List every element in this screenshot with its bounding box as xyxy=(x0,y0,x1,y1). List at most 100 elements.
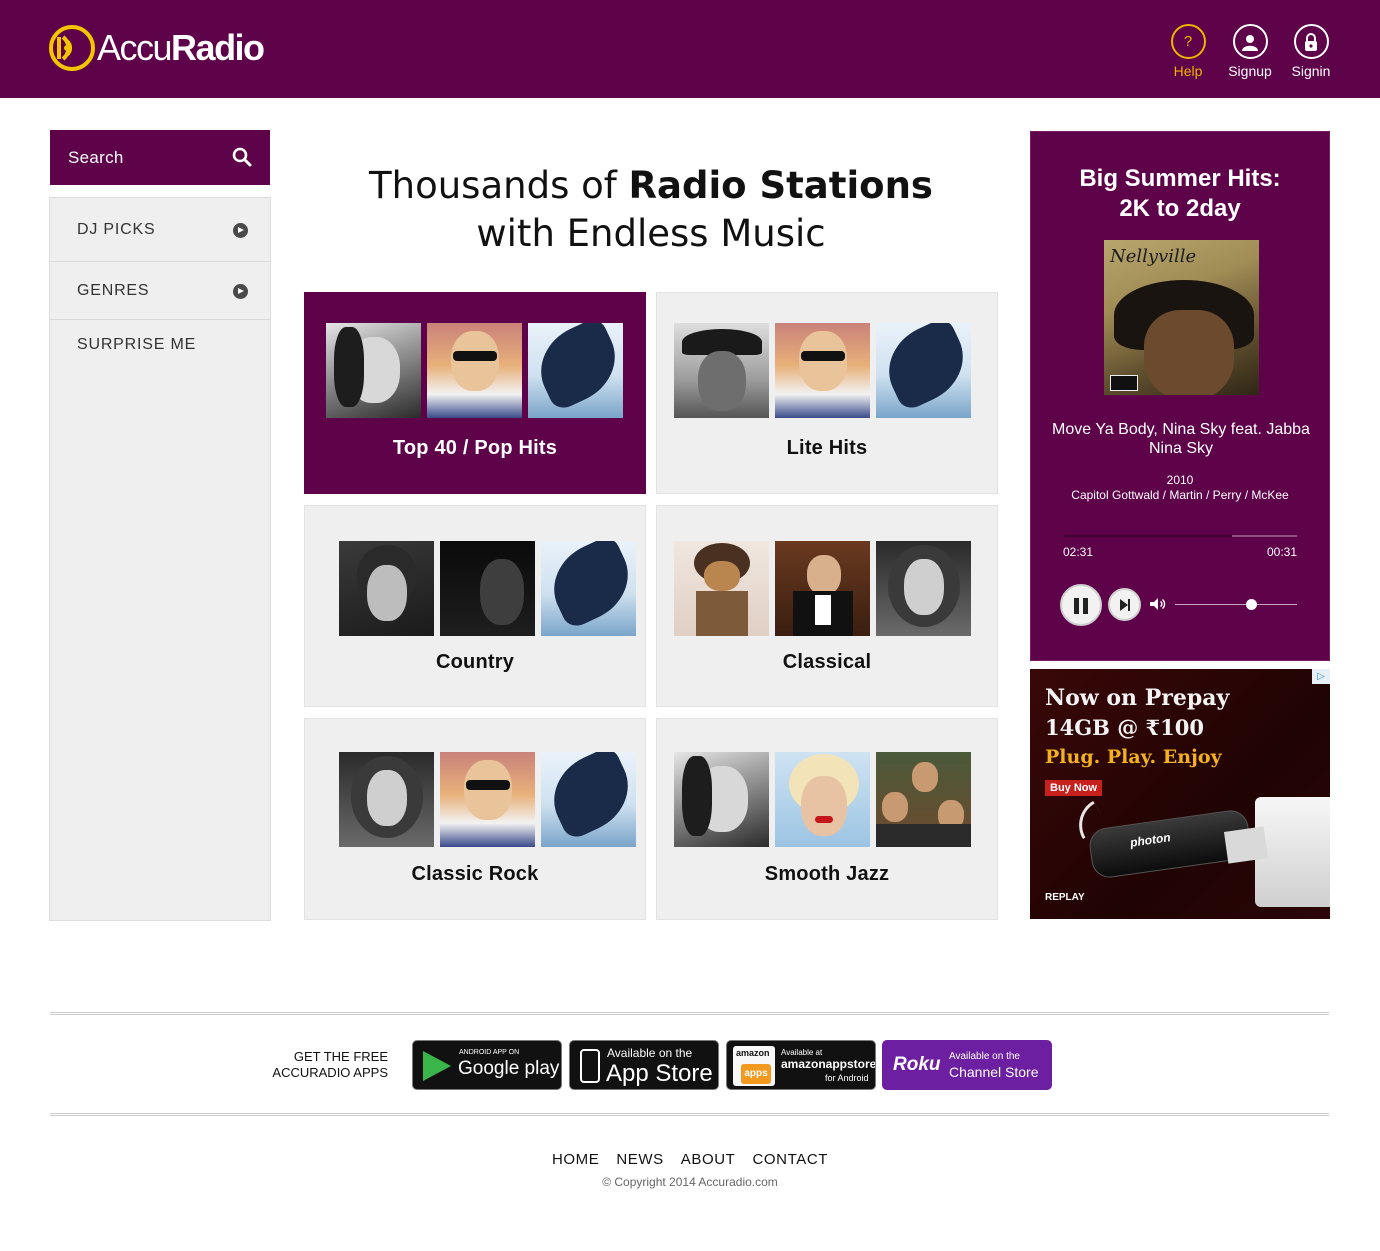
artist-photo xyxy=(674,752,769,847)
station-title: Smooth Jazz xyxy=(764,863,890,885)
sidebar-nav: DJ PICKS GENRES SURPRISE ME xyxy=(49,197,271,921)
sidebar-item-genres[interactable]: GENRES xyxy=(50,262,270,320)
app-store-badge[interactable]: Available on the App Store xyxy=(569,1040,719,1090)
ad-dongle-connector xyxy=(1223,826,1269,864)
ad-offer: 14GB @ ₹100 xyxy=(1045,715,1204,740)
ad-headline: Now on Prepay xyxy=(1045,685,1230,711)
apps-label-line1: GET THE FREE xyxy=(293,1049,388,1064)
top-header: AccuRadio ? Help Signup Signin xyxy=(0,0,1380,98)
parental-advisory-icon xyxy=(1110,375,1138,391)
footer-link-home[interactable]: HOME xyxy=(552,1151,599,1168)
pause-button[interactable] xyxy=(1060,584,1102,626)
artist-photo xyxy=(541,541,636,636)
station-thumbnails xyxy=(339,752,636,847)
footer-link-about[interactable]: ABOUT xyxy=(681,1151,736,1168)
footer-link-news[interactable]: NEWS xyxy=(616,1151,663,1168)
amazon-appstore-badge[interactable]: amazon apps Available at amazonappstore … xyxy=(726,1040,876,1090)
artist-photo xyxy=(775,541,870,636)
footer-link-contact[interactable]: CONTACT xyxy=(752,1151,828,1168)
artist-photo xyxy=(674,323,769,418)
station-thumbnails xyxy=(674,323,971,418)
artist-photo xyxy=(440,541,535,636)
google-play-small: ANDROID APP ON xyxy=(459,1049,520,1056)
roku-channel-badge[interactable]: Roku Available on the Channel Store xyxy=(882,1040,1052,1090)
play-circle-icon xyxy=(233,222,248,238)
google-play-big: Google play xyxy=(458,1058,560,1079)
volume-icon[interactable] xyxy=(1149,597,1167,611)
google-play-badge[interactable]: ANDROID APP ON Google play xyxy=(412,1040,562,1090)
progress-bar[interactable] xyxy=(1064,535,1297,537)
artist-photo xyxy=(541,752,636,847)
logo-icon xyxy=(49,25,95,71)
play-circle-icon xyxy=(233,283,248,299)
artist-photo xyxy=(775,752,870,847)
sidebar-item-surprise-me[interactable]: SURPRISE ME xyxy=(50,320,270,370)
ad-tagline: Plug. Play. Enjoy xyxy=(1045,746,1222,768)
artist-photo xyxy=(876,752,971,847)
signin-button[interactable]: Signin xyxy=(1281,24,1341,79)
station-card-classical[interactable]: Classical xyxy=(656,505,998,707)
station-thumbnails xyxy=(339,541,636,636)
help-button[interactable]: ? Help xyxy=(1158,24,1218,79)
station-thumbnails xyxy=(674,752,971,847)
help-label: Help xyxy=(1173,63,1203,79)
help-icon: ? xyxy=(1170,24,1206,59)
accuradio-logo[interactable]: AccuRadio xyxy=(49,24,265,72)
station-title: Classic Rock xyxy=(411,863,539,885)
phone-icon xyxy=(580,1049,600,1083)
volume-slider[interactable] xyxy=(1175,604,1297,605)
song-label: Capitol Gottwald / Martin / Perry / McKe… xyxy=(1071,488,1289,502)
sidebar-item-label: SURPRISE ME xyxy=(77,336,197,353)
station-thumbnails xyxy=(674,541,971,636)
now-playing-panel: Big Summer Hits: 2K to 2day Nellyville M… xyxy=(1030,131,1330,661)
roku-logo: Roku xyxy=(893,1054,941,1075)
app-store-small: Available on the xyxy=(607,1046,693,1060)
artist-photo xyxy=(339,752,434,847)
elapsed-time: 02:31 xyxy=(1063,545,1094,559)
artist-photo xyxy=(876,541,971,636)
apps-label: GET THE FREE ACCURADIO APPS xyxy=(262,1049,388,1081)
artist-photo xyxy=(440,752,535,847)
headline-bold: Radio Stations xyxy=(628,164,933,207)
amazon-apps-icon: amazon apps xyxy=(733,1046,775,1086)
skip-next-button[interactable] xyxy=(1108,588,1141,621)
search-bar xyxy=(50,130,270,185)
adchoices-icon[interactable]: ▷ xyxy=(1312,669,1330,684)
artist-photo xyxy=(339,541,434,636)
station-card-smooth-jazz[interactable]: Smooth Jazz xyxy=(656,718,998,920)
roku-big: Channel Store xyxy=(949,1064,1039,1080)
signup-button[interactable]: Signup xyxy=(1220,24,1280,79)
signin-label: Signin xyxy=(1291,63,1331,79)
remaining-time: 00:31 xyxy=(1266,545,1297,559)
search-input[interactable] xyxy=(68,147,218,168)
search-icon[interactable] xyxy=(232,147,252,167)
album-art-title: Nellyville xyxy=(1110,246,1197,267)
station-card-lite-hits[interactable]: Lite Hits xyxy=(656,292,998,494)
logo-text: AccuRadio xyxy=(97,27,265,68)
album-art-face xyxy=(1144,310,1234,395)
google-play-icon xyxy=(423,1051,451,1081)
station-title: Country xyxy=(435,651,515,673)
sidebar-item-dj-picks[interactable]: DJ PICKS xyxy=(50,198,270,262)
advertisement[interactable]: ▷ Now on Prepay 14GB @ ₹100 Plug. Play. … xyxy=(1030,669,1330,919)
artist-photo xyxy=(674,541,769,636)
sidebar-item-label: DJ PICKS xyxy=(77,220,156,238)
station-card-top-40[interactable]: Top 40 / Pop Hits xyxy=(304,292,646,494)
station-card-classic-rock[interactable]: Classic Rock xyxy=(304,718,646,920)
amazon-big: amazonappstore xyxy=(781,1057,876,1071)
amazon-sub: for Android xyxy=(825,1073,869,1083)
roku-small: Available on the xyxy=(949,1051,1020,1062)
station-thumbnails xyxy=(326,323,623,418)
headline-line2: with Endless Music xyxy=(476,212,826,255)
app-store-big: App Store xyxy=(606,1060,713,1087)
lock-icon xyxy=(1293,24,1329,59)
station-card-country[interactable]: Country xyxy=(304,505,646,707)
ad-buy-now-button[interactable]: Buy Now xyxy=(1045,780,1103,796)
song-year: 2010 xyxy=(1166,473,1194,487)
footer-nav: HOME NEWS ABOUT CONTACT xyxy=(0,1151,1380,1168)
artist-photo xyxy=(427,323,522,418)
volume-slider-handle[interactable] xyxy=(1246,599,1258,610)
logo-text-accu: Accu xyxy=(97,27,173,68)
divider xyxy=(50,1113,1329,1116)
amazon-small: Available at xyxy=(781,1048,823,1057)
